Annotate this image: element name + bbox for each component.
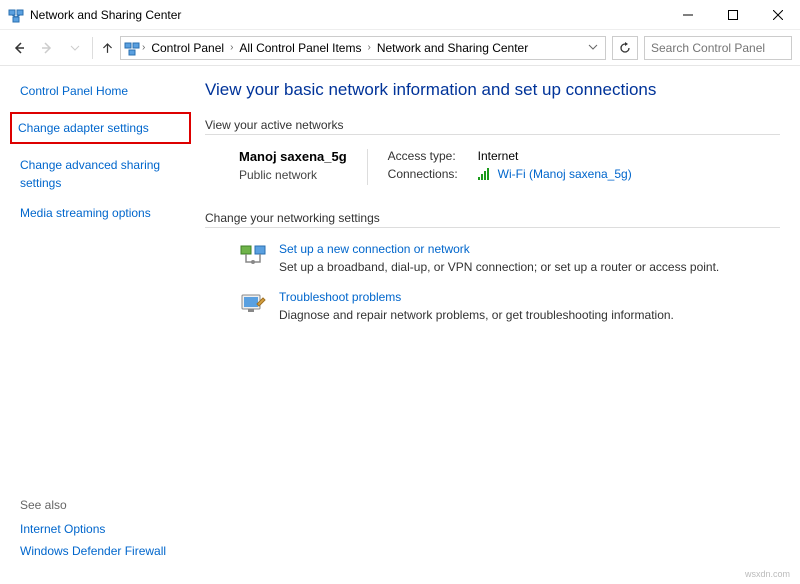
maximize-button[interactable] <box>710 0 755 30</box>
setup-connection-icon <box>239 242 267 270</box>
titlebar: Network and Sharing Center <box>0 0 800 30</box>
access-type-value: Internet <box>478 149 519 163</box>
sidebar-change-advanced[interactable]: Change advanced sharing settings <box>20 156 181 192</box>
connections-label: Connections: <box>388 167 472 181</box>
network-type: Public network <box>239 168 347 182</box>
sidebar-media-streaming[interactable]: Media streaming options <box>20 204 181 222</box>
setup-connection-link[interactable]: Set up a new connection or network <box>279 242 719 256</box>
recent-dropdown-icon[interactable] <box>64 37 86 59</box>
minimize-button[interactable] <box>665 0 710 30</box>
forward-button[interactable] <box>36 37 58 59</box>
network-center-icon <box>124 40 140 56</box>
active-network-block: Manoj saxena_5g Public network Access ty… <box>205 149 780 185</box>
search-input[interactable] <box>649 40 800 56</box>
breadcrumb-all-items[interactable]: All Control Panel Items <box>235 41 365 55</box>
sidebar-change-adapter[interactable]: Change adapter settings <box>18 121 149 135</box>
network-name: Manoj saxena_5g <box>239 149 347 164</box>
troubleshoot-link[interactable]: Troubleshoot problems <box>279 290 674 304</box>
page-title: View your basic network information and … <box>205 80 780 100</box>
see-also-header: See also <box>20 498 190 512</box>
chevron-right-icon[interactable]: › <box>142 42 145 53</box>
sidebar-control-panel-home[interactable]: Control Panel Home <box>20 82 181 100</box>
back-button[interactable] <box>8 37 30 59</box>
breadcrumb-network-sharing[interactable]: Network and Sharing Center <box>373 41 532 55</box>
window-title: Network and Sharing Center <box>30 8 181 22</box>
up-button[interactable] <box>92 37 114 59</box>
troubleshoot-icon <box>239 290 267 318</box>
troubleshoot-item: Troubleshoot problems Diagnose and repai… <box>205 290 780 338</box>
network-center-icon <box>8 7 24 23</box>
setup-connection-desc: Set up a broadband, dial-up, or VPN conn… <box>279 260 719 274</box>
close-button[interactable] <box>755 0 800 30</box>
toolbar: › Control Panel › All Control Panel Item… <box>0 30 800 66</box>
setup-connection-item: Set up a new connection or network Set u… <box>205 242 780 290</box>
watermark: wsxdn.com <box>745 569 790 579</box>
sidebar-see-also: See also Internet Options Windows Defend… <box>20 498 190 566</box>
address-dropdown-icon[interactable] <box>584 41 602 55</box>
access-type-label: Access type: <box>388 149 472 163</box>
search-box[interactable] <box>644 36 792 60</box>
highlight-box: Change adapter settings <box>10 112 191 144</box>
sidebar-internet-options[interactable]: Internet Options <box>20 522 190 536</box>
troubleshoot-desc: Diagnose and repair network problems, or… <box>279 308 674 322</box>
chevron-right-icon[interactable]: › <box>367 42 370 53</box>
chevron-right-icon[interactable]: › <box>230 42 233 53</box>
main-content: View your basic network information and … <box>195 66 800 584</box>
active-networks-header: View your active networks <box>205 118 780 135</box>
breadcrumb-control-panel[interactable]: Control Panel <box>147 41 228 55</box>
connection-link[interactable]: Wi-Fi (Manoj saxena_5g) <box>498 167 632 181</box>
address-bar[interactable]: › Control Panel › All Control Panel Item… <box>120 36 606 60</box>
change-settings-header: Change your networking settings <box>205 211 780 228</box>
sidebar-firewall[interactable]: Windows Defender Firewall <box>20 544 190 558</box>
wifi-signal-icon <box>478 168 492 180</box>
refresh-button[interactable] <box>612 36 638 60</box>
